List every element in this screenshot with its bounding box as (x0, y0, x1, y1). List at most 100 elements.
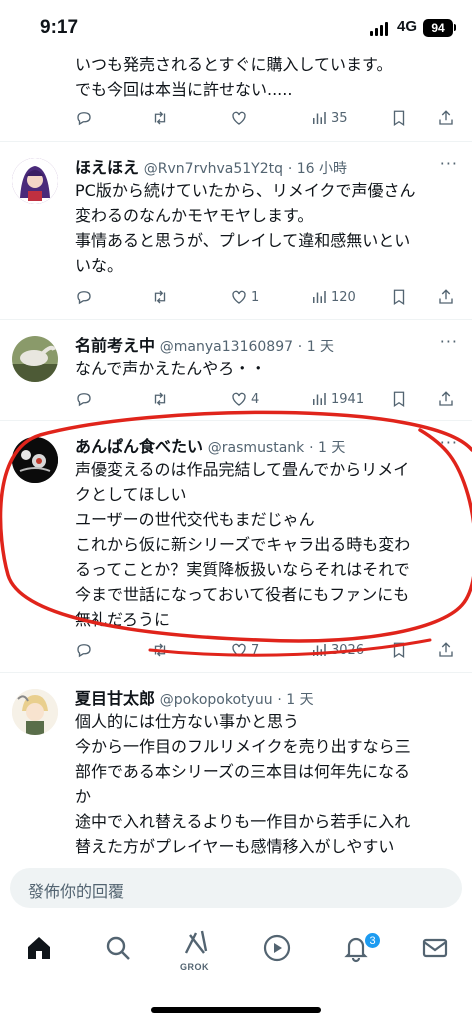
bookmark-button[interactable] (390, 109, 408, 127)
reply-button[interactable] (75, 390, 93, 408)
tweet-text-line: るってことか？実質降板扱いならそれはそれで (75, 560, 410, 579)
tweet-text: PC版から続けていたから、リメイクで声優さん 変わるのなんかモヤモヤします。 事… (75, 178, 465, 278)
tweet-text: なんで声かえたんやろ・・ (75, 356, 465, 381)
tweet-text-line: 今まで世話になっておいて役者にもファンにも (75, 585, 410, 604)
grok-tab[interactable] (182, 927, 212, 957)
likes-count: 7 (251, 642, 260, 658)
share-button[interactable] (437, 288, 455, 306)
reply-tweet[interactable]: 夏目甘太郎 @pokopokotyuu · 1 天 個人的には仕方ない事かと思う… (0, 673, 472, 860)
views-button[interactable]: 3026 (310, 641, 364, 659)
display-name[interactable]: あんぱん食べたい (75, 437, 203, 456)
bar-chart-icon (313, 112, 326, 124)
tweet-text-line: 今から一作目のフルリメイクを売り出すなら三 (75, 737, 411, 756)
heart-icon (232, 290, 246, 304)
avatar[interactable] (12, 437, 58, 483)
bookmark-icon (393, 391, 405, 408)
like-button[interactable] (230, 109, 248, 127)
reply-tweet[interactable]: ほえほえ @Rvn7rvhva51Y2tq · 16 小時 ··· PC版から続… (0, 142, 472, 320)
network-type: 4G (397, 18, 418, 35)
views-button[interactable]: 1941 (310, 390, 364, 408)
handle[interactable]: @rasmustank (208, 440, 304, 456)
retweet-button[interactable] (151, 390, 169, 408)
timestamp[interactable]: · 16 小時 (288, 161, 347, 177)
views-button[interactable]: 35 (310, 109, 348, 127)
bar-chart-icon (313, 644, 326, 656)
share-icon (439, 391, 453, 406)
like-button[interactable]: 4 (230, 390, 259, 408)
retweet-button[interactable] (151, 641, 169, 659)
tweet-header: 夏目甘太郎 @pokopokotyuu · 1 天 (75, 685, 314, 709)
reply-button[interactable] (75, 641, 93, 659)
views-button[interactable]: 120 (310, 288, 356, 306)
share-icon (439, 110, 453, 125)
reply-tweet[interactable]: 名前考え中 @manya13160897 · 1 天 ··· なんで声かえたんや… (0, 320, 472, 421)
share-button[interactable] (437, 641, 455, 659)
retweet-icon (154, 392, 166, 406)
timestamp[interactable]: · 1 天 (277, 692, 313, 708)
tweet-text-line: か (75, 787, 92, 806)
reply-icon (77, 644, 91, 658)
views-count: 35 (331, 110, 348, 126)
reply-button[interactable] (75, 109, 93, 127)
display-name[interactable]: 名前考え中 (75, 336, 155, 355)
heart-icon (232, 643, 246, 657)
handle[interactable]: @Rvn7rvhva51Y2tq (144, 161, 283, 177)
reply-button[interactable] (75, 288, 93, 306)
display-name[interactable]: ほえほえ (75, 158, 139, 177)
grok-label: GROK (180, 962, 209, 972)
heart-icon (232, 392, 246, 406)
avatar[interactable] (12, 336, 58, 382)
timestamp[interactable]: · 1 天 (298, 339, 334, 355)
avatar[interactable] (12, 689, 58, 735)
views-count: 1941 (331, 391, 365, 407)
cellular-signal-icon (370, 22, 388, 36)
bar-chart-icon (313, 393, 326, 405)
mail-icon (422, 938, 448, 958)
tweet-actions: 35 (75, 109, 455, 131)
tweet-header: ほえほえ @Rvn7rvhva51Y2tq · 16 小時 (75, 154, 347, 178)
home-icon (28, 937, 50, 959)
like-button[interactable]: 1 (230, 288, 259, 306)
battery-tip (454, 24, 456, 31)
share-button[interactable] (437, 390, 455, 408)
grok-icon (184, 930, 208, 954)
battery-icon: 94 (423, 19, 453, 37)
avatar[interactable] (12, 158, 58, 204)
retweet-button[interactable] (151, 109, 169, 127)
more-options-icon[interactable]: ··· (440, 433, 458, 452)
likes-count: 1 (251, 289, 260, 305)
reply-feed: いつも発売されるとすぐに購入しています。 でも今回は本当に許せない..... 3… (0, 0, 472, 860)
more-options-icon[interactable]: ··· (440, 332, 458, 351)
handle[interactable]: @manya13160897 (160, 339, 293, 355)
tweet-text-line: 声優変えるのは作品完結して畳んでからリメイ (75, 460, 410, 479)
handle[interactable]: @pokopokotyuu (160, 692, 273, 708)
retweet-button[interactable] (151, 288, 169, 306)
share-button[interactable] (437, 109, 455, 127)
reply-tweet[interactable]: あんぱん食べたい @rasmustank · 1 天 ··· 声優変えるのは作品… (0, 421, 472, 673)
home-tab[interactable] (24, 933, 54, 963)
tweet-header: 名前考え中 @manya13160897 · 1 天 (75, 332, 334, 356)
like-button[interactable]: 7 (230, 641, 259, 659)
reply-icon (77, 393, 91, 407)
tweet-text-line: 部作である本シリーズの三本目は何年先になる (75, 762, 411, 781)
bookmark-icon (393, 289, 405, 306)
tweet-text-line: いな。 (75, 256, 124, 275)
bookmark-icon (393, 642, 405, 659)
clock: 9:17 (40, 17, 79, 38)
display-name[interactable]: 夏目甘太郎 (75, 689, 155, 708)
messages-tab[interactable] (420, 933, 450, 963)
reply-compose-input[interactable]: 發佈你的回覆 (10, 868, 462, 908)
home-indicator[interactable] (151, 1007, 321, 1013)
tweet-text-line: でも今回は本当に許せない..... (75, 80, 293, 99)
bookmark-button[interactable] (390, 641, 408, 659)
timestamp[interactable]: · 1 天 (309, 440, 345, 456)
reply-icon (77, 112, 91, 126)
tweet-actions: 7 3026 (75, 641, 455, 663)
video-tab[interactable] (262, 933, 292, 963)
bookmark-button[interactable] (390, 390, 408, 408)
tweet-text-line: 変わるのなんかモヤモヤします。 (75, 206, 314, 225)
tweet-text-line: 途中で入れ替えるよりも一作目から若手に入れ (75, 812, 411, 831)
more-options-icon[interactable]: ··· (440, 154, 458, 173)
bookmark-button[interactable] (390, 288, 408, 306)
search-tab[interactable] (103, 933, 133, 963)
